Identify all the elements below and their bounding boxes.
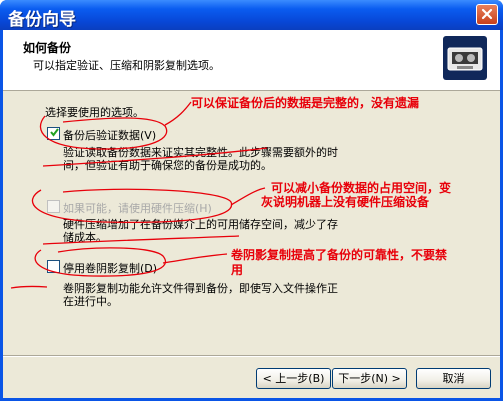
hardware-compression-desc-line2: 储成本。: [63, 231, 107, 244]
title-bar[interactable]: 备份向导: [0, 0, 503, 30]
hardware-compression-checkbox: [47, 200, 60, 213]
disable-shadow-copy-checkbox[interactable]: [47, 260, 60, 273]
annotation-verify: 可以保证备份后的数据是完整的，没有遗漏: [191, 96, 420, 110]
wizard-client-area: 如何备份 可以指定验证、压缩和阴影复制选项。 选择要使用的选项。 备份后验证数据…: [3, 30, 500, 398]
verify-data-desc-line2: 间，但验证有助于确保您的备份是成功的。: [63, 159, 272, 172]
back-button[interactable]: < 上一步(B): [256, 368, 331, 389]
window-title: 备份向导: [8, 10, 76, 30]
next-button[interactable]: 下一步(N) >: [332, 368, 407, 389]
annotation-shadow-line1: 卷阴影复制提高了备份的可靠性，不要禁: [231, 248, 448, 262]
annotation-compression-line2: 灰说明机器上没有硬件压缩设备: [261, 195, 430, 209]
disable-shadow-copy-label[interactable]: 停用卷阴影复制(D): [63, 260, 157, 276]
options-prompt: 选择要使用的选项。: [45, 106, 144, 119]
disable-shadow-copy-desc-line2: 在进行中。: [63, 295, 118, 308]
button-divider: [3, 355, 500, 357]
annotation-shadow-line2: 用: [231, 263, 244, 277]
verify-data-label[interactable]: 备份后验证数据(V): [63, 127, 156, 143]
annotation-compression-line1: 可以减小备份数据的占用空间，变: [271, 181, 452, 195]
backup-tape-icon: [443, 36, 487, 80]
verify-data-checkbox[interactable]: [47, 127, 60, 140]
close-button[interactable]: [476, 4, 498, 25]
hardware-compression-label: 如果可能，请使用硬件压缩(H): [63, 202, 212, 215]
wizard-header: 如何备份 可以指定验证、压缩和阴影复制选项。: [3, 30, 500, 91]
close-icon: [481, 8, 493, 20]
backup-wizard-window: 备份向导 如何备份 可以指定验证、压缩和阴影复制选项。 选择要使用的选项。 备份…: [0, 0, 503, 401]
cancel-button[interactable]: 取消: [416, 368, 491, 389]
page-title: 如何备份: [23, 41, 72, 55]
page-subtitle: 可以指定验证、压缩和阴影复制选项。: [33, 59, 220, 72]
checkmark-icon: [50, 128, 59, 137]
